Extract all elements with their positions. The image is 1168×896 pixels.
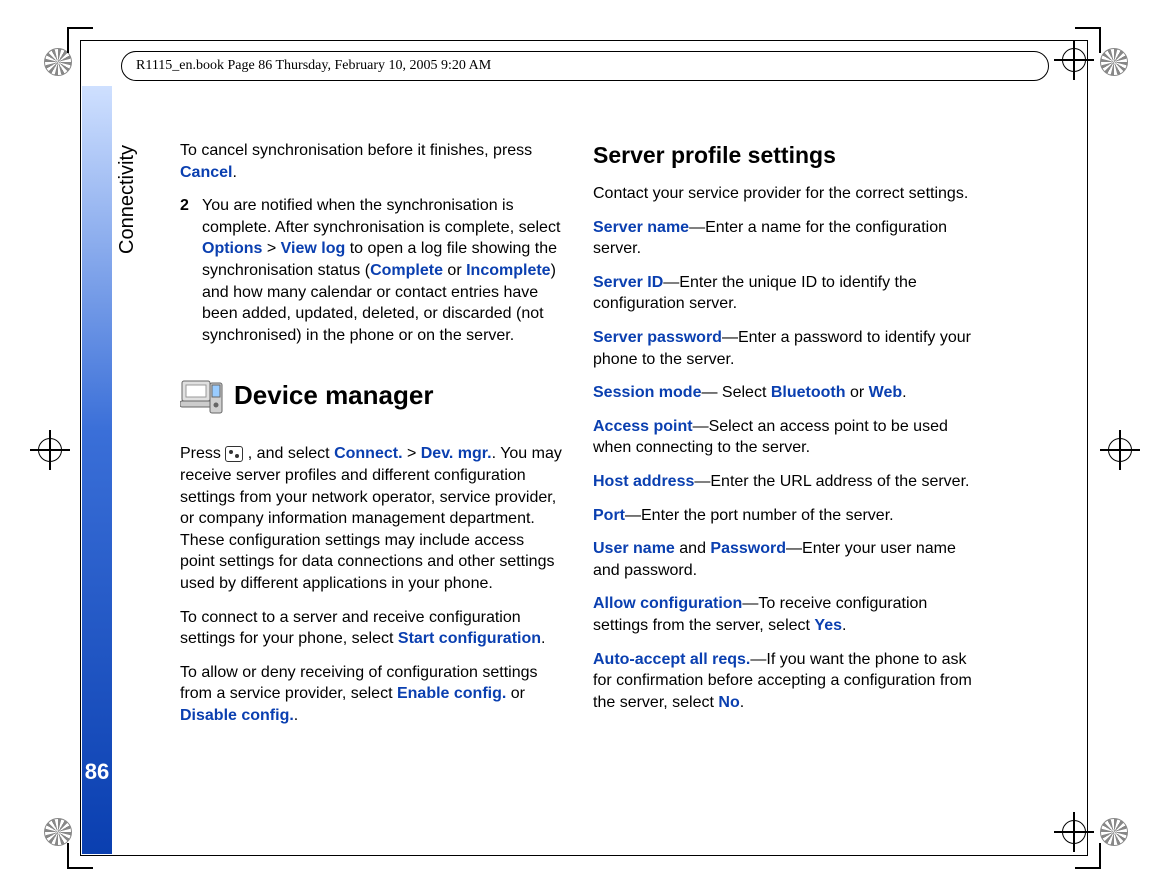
- body-text: —Enter the URL address of the server.: [694, 473, 969, 490]
- ui-term: Start configuration: [398, 630, 541, 647]
- dm-paragraph-3: To allow or deny receiving of configurat…: [180, 662, 563, 727]
- body-text: . You may receive server profiles and di…: [180, 445, 562, 592]
- ui-term: Web: [869, 384, 902, 401]
- ui-term: Server ID: [593, 274, 663, 291]
- ui-term: Dev. mgr.: [421, 445, 492, 462]
- setting-port: Port—Enter the port number of the server…: [593, 505, 976, 527]
- device-manager-heading-row: Device manager: [180, 368, 563, 427]
- setting-host-address: Host address—Enter the URL address of th…: [593, 471, 976, 493]
- body-text: and: [675, 540, 711, 557]
- body-text: , and select: [243, 445, 334, 462]
- page-header: R1115_en.book Page 86 Thursday, February…: [121, 51, 1049, 81]
- body-text: .: [740, 694, 744, 711]
- device-manager-heading: Device manager: [234, 378, 433, 413]
- ui-term: Yes: [814, 617, 842, 634]
- body-text: Press: [180, 445, 225, 462]
- header-text: R1115_en.book Page 86 Thursday, February…: [136, 58, 491, 74]
- ui-term: Options: [202, 240, 262, 257]
- ui-term: Auto-accept all reqs.: [593, 651, 750, 668]
- step-number: 2: [180, 195, 202, 346]
- crop-mark-icon: [1075, 843, 1101, 869]
- server-profile-heading: Server profile settings: [593, 140, 976, 171]
- sidebar-gradient: [82, 86, 112, 854]
- ui-term: Enable config.: [397, 685, 506, 702]
- body-text: .: [902, 384, 906, 401]
- step-text: You are notified when the synchronisatio…: [202, 195, 563, 346]
- ui-term: Connect.: [334, 445, 402, 462]
- body-text: —Enter the port number of the server.: [625, 507, 894, 524]
- ui-term: Server password: [593, 329, 722, 346]
- crosshair-mark-icon: [30, 430, 70, 470]
- sync-cancel-paragraph: To cancel synchronisation before it fini…: [180, 140, 563, 183]
- step-2: 2 You are notified when the synchronisat…: [180, 195, 563, 346]
- body-text: — Select: [701, 384, 770, 401]
- dm-paragraph-1: Press , and select Connect. > Dev. mgr..…: [180, 443, 563, 594]
- body-text: or: [443, 262, 466, 279]
- ui-term: Cancel: [180, 164, 232, 181]
- body-text: or: [846, 384, 869, 401]
- ui-term: Password: [710, 540, 786, 557]
- ui-term: Server name: [593, 219, 689, 236]
- ui-term: Port: [593, 507, 625, 524]
- setting-server-password: Server password—Enter a password to iden…: [593, 327, 976, 370]
- registration-mark-icon: [1100, 48, 1128, 76]
- menu-key-icon: [225, 446, 243, 462]
- body-text: .: [842, 617, 846, 634]
- device-manager-icon: [180, 375, 224, 422]
- ui-term: Disable config.: [180, 707, 294, 724]
- setting-user-password: User name and Password—Enter your user n…: [593, 538, 976, 581]
- server-profile-intro: Contact your service provider for the co…: [593, 183, 976, 205]
- crosshair-mark-icon: [1100, 430, 1140, 470]
- registration-mark-icon: [1100, 818, 1128, 846]
- crop-mark-icon: [1075, 27, 1101, 53]
- ui-term: No: [718, 694, 739, 711]
- dm-paragraph-2: To connect to a server and receive confi…: [180, 607, 563, 650]
- body-text: >: [403, 445, 421, 462]
- setting-session-mode: Session mode— Select Bluetooth or Web.: [593, 382, 976, 404]
- setting-server-name: Server name—Enter a name for the configu…: [593, 217, 976, 260]
- left-column: To cancel synchronisation before it fini…: [180, 140, 563, 739]
- setting-access-point: Access point—Select an access point to b…: [593, 416, 976, 459]
- body-text: To cancel synchronisation before it fini…: [180, 142, 532, 159]
- registration-mark-icon: [44, 818, 72, 846]
- body-text: .: [294, 707, 298, 724]
- ui-term: Incomplete: [466, 262, 550, 279]
- body-text: or: [506, 685, 525, 702]
- ui-term: Allow configuration: [593, 595, 742, 612]
- ui-term: User name: [593, 540, 675, 557]
- right-column: Server profile settings Contact your ser…: [593, 140, 976, 739]
- body-text: You are notified when the synchronisatio…: [202, 197, 560, 236]
- section-label: Connectivity: [116, 145, 139, 254]
- ui-term: Session mode: [593, 384, 701, 401]
- setting-auto-accept: Auto-accept all reqs.—If you want the ph…: [593, 649, 976, 714]
- body-text: >: [262, 240, 280, 257]
- ui-term: Access point: [593, 418, 693, 435]
- ui-term: Bluetooth: [771, 384, 846, 401]
- ui-term: Host address: [593, 473, 694, 490]
- crop-mark-icon: [67, 27, 93, 53]
- page-number: 86: [82, 752, 112, 792]
- setting-server-id: Server ID—Enter the unique ID to identif…: [593, 272, 976, 315]
- setting-allow-configuration: Allow configuration—To receive configura…: [593, 593, 976, 636]
- body-text: .: [232, 164, 236, 181]
- content-area: To cancel synchronisation before it fini…: [180, 140, 976, 739]
- ui-term: Complete: [370, 262, 443, 279]
- ui-term: View log: [281, 240, 346, 257]
- body-text: .: [541, 630, 545, 647]
